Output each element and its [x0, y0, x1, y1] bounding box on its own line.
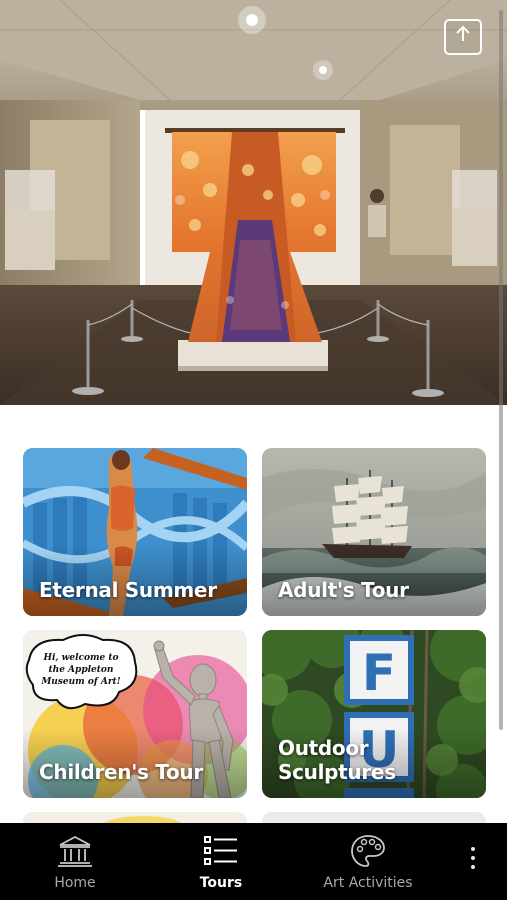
share-button[interactable]: [444, 19, 482, 55]
tour-card-childrens-tour[interactable]: Hi, welcome to the Appleton Museum of Ar…: [23, 630, 247, 798]
nav-item-art-activities[interactable]: Art Activities: [318, 823, 418, 900]
partial-card-image: [23, 812, 247, 823]
tour-card-partial[interactable]: [23, 812, 247, 823]
tour-card-title: Outdoor Sculptures: [278, 736, 396, 784]
nav-label: Tours: [199, 875, 243, 891]
tour-card-partial[interactable]: [262, 812, 486, 823]
svg-text:Museum of Art!: Museum of Art!: [40, 677, 120, 687]
svg-text:the Appleton: the Appleton: [49, 665, 114, 675]
svg-text:Hi, welcome to: Hi, welcome to: [42, 653, 118, 663]
tour-card-outdoor-sculptures[interactable]: F U Outdoor Sculptures: [262, 630, 486, 798]
tour-card-adults-tour[interactable]: Adult's Tour: [262, 448, 486, 616]
share-icon: [456, 25, 470, 41]
nav-label: Home: [54, 875, 96, 891]
gallery-photo: [0, 0, 507, 405]
tour-card-title: Eternal Summer: [39, 578, 217, 602]
hero-image: [0, 0, 507, 405]
palette-icon: [351, 835, 385, 867]
tour-card-title: Adult's Tour: [278, 578, 409, 602]
nav-label: Art Activities: [323, 875, 413, 891]
svg-text:F: F: [362, 644, 396, 702]
more-menu-button[interactable]: [458, 823, 488, 900]
tour-grid: Eternal Summer Adult's Tour Hi, welcome …: [0, 405, 507, 823]
nav-item-home[interactable]: Home: [40, 823, 110, 900]
nav-item-tours[interactable]: Tours: [186, 823, 256, 900]
list-icon: [204, 836, 237, 865]
museum-icon: [58, 835, 92, 867]
bottom-nav: Home Tours Art Activities: [0, 823, 507, 900]
partial-card-image: [262, 812, 486, 823]
tour-card-eternal-summer[interactable]: Eternal Summer: [23, 448, 247, 616]
tour-card-title: Children's Tour: [39, 760, 203, 784]
scrollbar[interactable]: [499, 10, 503, 730]
more-vertical-icon: [471, 847, 475, 869]
